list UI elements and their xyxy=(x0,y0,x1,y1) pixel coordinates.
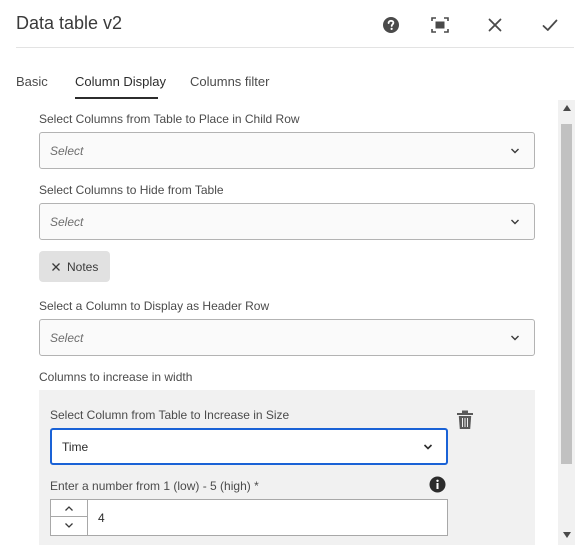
child-row-label: Select Columns from Table to Place in Ch… xyxy=(39,112,300,126)
chevron-up-icon xyxy=(65,505,73,511)
child-row-select[interactable]: Select xyxy=(39,132,535,169)
header-row-select[interactable]: Select xyxy=(39,319,535,356)
active-tab-indicator xyxy=(75,97,158,99)
close-icon xyxy=(488,18,502,32)
hide-columns-select[interactable]: Select xyxy=(39,203,535,240)
stepper-buttons xyxy=(51,500,88,535)
chevron-down-icon xyxy=(511,148,519,154)
hide-columns-label: Select Columns to Hide from Table xyxy=(39,183,224,197)
scroll-up-button[interactable] xyxy=(561,103,572,113)
increase-width-item: Select Column from Table to Increase in … xyxy=(39,390,535,545)
triangle-down-icon xyxy=(562,532,571,538)
dialog-header: Data table v2 xyxy=(0,0,588,50)
scrollbar-thumb[interactable] xyxy=(561,124,572,464)
check-icon xyxy=(542,19,558,31)
hide-columns-placeholder: Select xyxy=(50,215,84,229)
chevron-down-icon xyxy=(511,219,519,225)
chevron-down-icon xyxy=(423,444,433,450)
fullscreen-icon xyxy=(431,17,449,33)
remove-tag-icon[interactable] xyxy=(51,262,61,272)
tab-content: Select Columns from Table to Place in Ch… xyxy=(0,100,558,545)
tab-columns-filter[interactable]: Columns filter xyxy=(190,74,269,89)
help-icon xyxy=(383,17,399,33)
chevron-down-icon xyxy=(65,523,73,528)
fullscreen-button[interactable] xyxy=(429,14,451,36)
trash-icon[interactable] xyxy=(456,410,474,430)
info-icon[interactable] xyxy=(429,476,446,493)
decrement-button[interactable] xyxy=(51,517,87,534)
increase-column-label: Select Column from Table to Increase in … xyxy=(50,408,290,422)
close-button[interactable] xyxy=(484,14,506,36)
tag-notes[interactable]: Notes xyxy=(39,251,110,282)
child-row-placeholder: Select xyxy=(50,144,84,158)
triangle-up-icon xyxy=(562,105,571,111)
header-divider xyxy=(16,47,574,48)
header-row-placeholder: Select xyxy=(50,331,84,345)
tab-basic[interactable]: Basic xyxy=(16,74,48,89)
size-stepper[interactable]: 4 xyxy=(50,499,448,536)
increment-button[interactable] xyxy=(51,500,87,517)
tab-bar: Basic Column Display Columns filter xyxy=(0,66,588,100)
dialog-title: Data table v2 xyxy=(16,13,123,33)
scroll-down-button[interactable] xyxy=(561,530,572,540)
chevron-down-icon xyxy=(511,335,519,341)
tag-label: Notes xyxy=(67,259,99,274)
increase-column-select[interactable]: Time xyxy=(50,428,448,465)
dialog: Data table v2 Basic Column Display Colum… xyxy=(0,0,588,557)
help-button[interactable] xyxy=(380,14,402,36)
increase-width-label: Columns to increase in width xyxy=(39,370,193,384)
increase-column-value: Time xyxy=(62,440,89,454)
size-label: Enter a number from 1 (low) - 5 (high) * xyxy=(50,479,259,493)
vertical-scrollbar[interactable] xyxy=(558,100,575,545)
tab-column-display[interactable]: Column Display xyxy=(75,74,166,89)
confirm-button[interactable] xyxy=(539,14,561,36)
header-row-label: Select a Column to Display as Header Row xyxy=(39,299,270,313)
size-value[interactable]: 4 xyxy=(98,511,105,525)
